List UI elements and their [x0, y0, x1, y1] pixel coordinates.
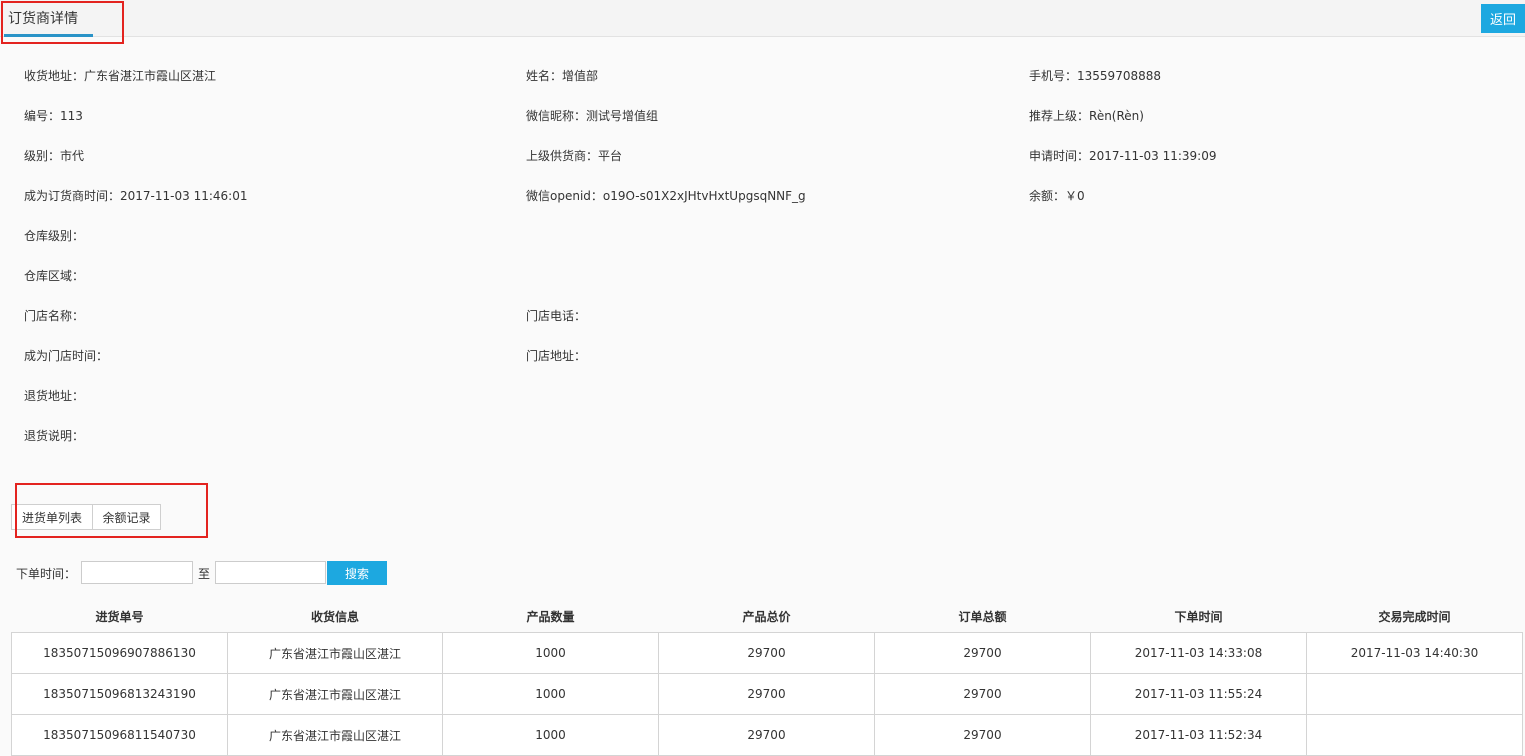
- field-id: 编号：113: [24, 109, 83, 123]
- cell-order-total: 29700: [874, 714, 1091, 756]
- table-header-row: 进货单号 收货信息 产品数量 产品总价 订单总额 下单时间 交易完成时间: [11, 601, 1523, 633]
- cell-order-time: 2017-11-03 11:55:24: [1090, 673, 1307, 715]
- field-wechat-openid: 微信openid：o19O-s01X2xJHtvHxtUpgsqNNF_g: [526, 189, 806, 203]
- table-row[interactable]: 18350715096813243190 广东省湛江市霞山区湛江 1000 29…: [11, 673, 1523, 715]
- field-name: 姓名：增值部: [526, 69, 599, 83]
- top-bar: 订货商详情 返回: [0, 0, 1525, 37]
- field-store-address: 门店地址：: [526, 349, 587, 363]
- start-date-input[interactable]: [81, 561, 193, 584]
- order-time-label: 下单时间：: [16, 567, 77, 581]
- cell-order-total: 29700: [874, 632, 1091, 674]
- field-wechat-nickname: 微信昵称：测试号增值组: [526, 109, 659, 123]
- cell-receive-info: 广东省湛江市霞山区湛江: [227, 632, 443, 674]
- cell-complete-time: [1306, 673, 1523, 715]
- tab-purchase-list[interactable]: 进货单列表: [11, 504, 93, 530]
- field-balance: 余额：￥0: [1029, 189, 1085, 203]
- cell-receive-info: 广东省湛江市霞山区湛江: [227, 714, 443, 756]
- cell-complete-time: [1306, 714, 1523, 756]
- header-order-no: 进货单号: [11, 601, 228, 633]
- field-return-address: 退货地址：: [24, 389, 85, 403]
- cell-receive-info: 广东省湛江市霞山区湛江: [227, 673, 443, 715]
- table-row[interactable]: 18350715096811540730 广东省湛江市霞山区湛江 1000 29…: [11, 714, 1523, 756]
- field-referrer: 推荐上级：Rèn(Rèn): [1029, 109, 1144, 123]
- field-warehouse-area: 仓库区域：: [24, 269, 85, 283]
- cell-order-total: 29700: [874, 673, 1091, 715]
- header-order-time: 下单时间: [1090, 601, 1307, 633]
- tab-order-dealer-detail[interactable]: 订货商详情: [8, 8, 78, 28]
- field-upper-supplier: 上级供货商：平台: [526, 149, 623, 163]
- field-warehouse-level: 仓库级别：: [24, 229, 85, 243]
- back-button[interactable]: 返回: [1481, 4, 1525, 33]
- table-row[interactable]: 1835071509690788613​0 广东省湛江市霞山区湛江 1000 2…: [11, 632, 1523, 674]
- cell-order-time: 2017-11-03 11:52:34: [1090, 714, 1307, 756]
- field-phone: 手机号：13559708888: [1029, 69, 1161, 83]
- cell-product-total: 29700: [658, 714, 875, 756]
- field-store-name: 门店名称：: [24, 309, 85, 323]
- cell-order-time: 2017-11-03 14:33:08: [1090, 632, 1307, 674]
- cell-quantity: 1000: [442, 714, 659, 756]
- field-store-since: 成为门店时间：: [24, 349, 109, 363]
- cell-order-no: 18350715096813243190: [11, 673, 228, 715]
- field-apply-time: 申请时间：2017-11-03 11:39:09: [1029, 149, 1217, 163]
- cell-order-no: 1835071509690788613​0: [11, 632, 228, 674]
- field-return-note: 退货说明：: [24, 429, 85, 443]
- cell-quantity: 1000: [442, 673, 659, 715]
- header-quantity: 产品数量: [442, 601, 659, 633]
- cell-quantity: 1000: [442, 632, 659, 674]
- cell-order-no: 18350715096811540730: [11, 714, 228, 756]
- cell-product-total: 29700: [658, 632, 875, 674]
- active-tab-indicator: [4, 34, 93, 37]
- header-order-total: 订单总额: [874, 601, 1091, 633]
- tab-balance-records[interactable]: 余额记录: [92, 504, 161, 530]
- search-button[interactable]: 搜索: [327, 561, 387, 585]
- header-product-total: 产品总价: [658, 601, 875, 633]
- date-range-separator: 至: [198, 567, 211, 581]
- field-level: 级别：市代: [24, 149, 85, 163]
- field-store-phone: 门店电话：: [526, 309, 587, 323]
- cell-complete-time: 2017-11-03 14:40:30: [1306, 632, 1523, 674]
- field-receive-address: 收货地址：广东省湛江市霞山区湛江: [24, 69, 217, 83]
- end-date-input[interactable]: [215, 561, 326, 584]
- header-complete-time: 交易完成时间: [1306, 601, 1523, 633]
- cell-product-total: 29700: [658, 673, 875, 715]
- field-dealer-since: 成为订货商时间：2017-11-03 11:46:01: [24, 189, 248, 203]
- header-receive-info: 收货信息: [227, 601, 443, 633]
- purchase-orders-table: 进货单号 收货信息 产品数量 产品总价 订单总额 下单时间 交易完成时间 183…: [11, 601, 1523, 756]
